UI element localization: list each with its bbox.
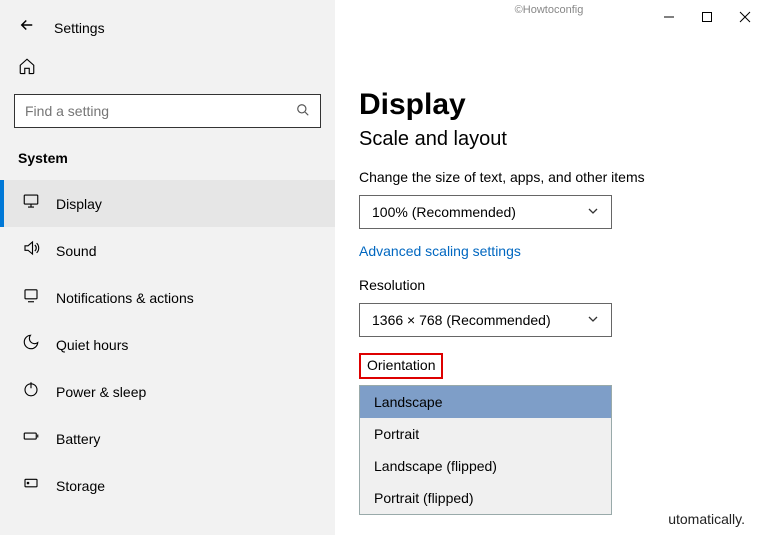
search-box[interactable] (14, 94, 321, 128)
chevron-down-icon (587, 205, 599, 220)
category-header: System (0, 144, 335, 180)
maximize-button[interactable] (701, 10, 713, 26)
home-button[interactable] (0, 47, 335, 88)
section-subtitle: Scale and layout (359, 128, 739, 151)
sidebar-item-label: Power & sleep (56, 384, 146, 400)
page-title: Display (359, 88, 739, 122)
orientation-option[interactable]: Landscape (360, 386, 611, 418)
storage-icon (22, 474, 40, 497)
watermark: ©Howtoconfig (515, 4, 584, 16)
app-title: Settings (54, 20, 105, 36)
battery-icon (22, 427, 40, 450)
search-input[interactable] (25, 103, 296, 119)
moon-icon (22, 333, 40, 356)
sidebar-item-label: Battery (56, 431, 100, 447)
orientation-option[interactable]: Landscape (flipped) (360, 450, 611, 482)
scale-label: Change the size of text, apps, and other… (359, 169, 739, 185)
sidebar-item-label: Storage (56, 478, 105, 494)
sidebar-item-label: Notifications & actions (56, 290, 194, 306)
notifications-icon (22, 286, 40, 309)
orientation-highlight: Orientation (359, 353, 443, 379)
scale-value: 100% (Recommended) (372, 204, 516, 220)
sidebar-item-battery[interactable]: Battery (0, 415, 335, 462)
content-pane: ©Howtoconfig Display Scale and layout Ch… (335, 0, 763, 535)
orientation-option[interactable]: Portrait (flipped) (360, 482, 611, 514)
sidebar-item-display[interactable]: Display (0, 180, 335, 227)
resolution-select[interactable]: 1366 × 768 (Recommended) (359, 303, 612, 337)
sidebar-item-label: Quiet hours (56, 337, 128, 353)
orientation-label: Orientation (367, 357, 435, 373)
resolution-value: 1366 × 768 (Recommended) (372, 312, 551, 328)
back-button[interactable] (18, 16, 36, 39)
power-icon (22, 380, 40, 403)
chevron-down-icon (587, 313, 599, 328)
sidebar-item-quiet-hours[interactable]: Quiet hours (0, 321, 335, 368)
sidebar-item-power[interactable]: Power & sleep (0, 368, 335, 415)
partial-text: utomatically. (668, 511, 745, 527)
sidebar-item-sound[interactable]: Sound (0, 227, 335, 274)
resolution-label: Resolution (359, 277, 739, 293)
monitor-icon (22, 192, 40, 215)
sidebar-item-label: Sound (56, 243, 96, 259)
close-button[interactable] (739, 10, 751, 26)
minimize-button[interactable] (663, 10, 675, 26)
speaker-icon (22, 239, 40, 262)
sidebar-item-notifications[interactable]: Notifications & actions (0, 274, 335, 321)
search-icon (296, 103, 310, 120)
sidebar-item-storage[interactable]: Storage (0, 462, 335, 509)
orientation-dropdown[interactable]: Landscape Portrait Landscape (flipped) P… (359, 385, 612, 515)
scale-select[interactable]: 100% (Recommended) (359, 195, 612, 229)
advanced-scaling-link[interactable]: Advanced scaling settings (359, 243, 521, 259)
sidebar-item-label: Display (56, 196, 102, 212)
sidebar: Settings System Display Sound Notificati… (0, 0, 335, 535)
orientation-option[interactable]: Portrait (360, 418, 611, 450)
